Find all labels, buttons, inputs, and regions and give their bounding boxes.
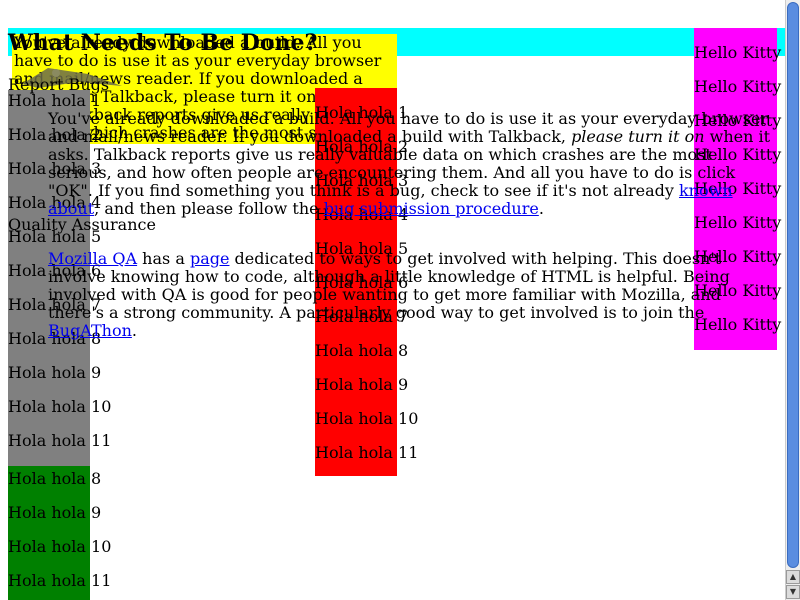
green-hola-item: Hola hola 8 (8, 469, 102, 488)
green-hola-column: Hola hola 8 Hola hola 9 Hola hola 10 Hol… (8, 466, 111, 600)
page: Hello Kitty 1 Hello Kitty 2 Hello Kitty … (0, 0, 800, 600)
red-hola-item: Hola hola 10 (315, 409, 419, 428)
arrow-down-icon[interactable]: ▼ (786, 585, 800, 599)
main-paragraph: You've already downloaded a build. All y… (48, 110, 778, 218)
mozilla-qa-link[interactable]: Mozilla QA (48, 249, 137, 268)
gray-hola-item: Hola hola 11 (8, 431, 112, 450)
vertical-scrollbar[interactable]: ▲ ▼ (785, 0, 800, 600)
bug-submission-link[interactable]: bug submission procedure (324, 199, 539, 218)
bugathon-link[interactable]: BugAThon (48, 321, 132, 340)
green-hola-item: Hola hola 10 (8, 537, 112, 556)
quality-assurance-heading: Quality Assurance (8, 215, 156, 234)
hello-kitty-item: Hello Kitty 1 (694, 43, 797, 62)
red-hola-item: Hola hola 8 (315, 341, 409, 360)
main-paragraph-text: . (538, 199, 544, 218)
green-hola-item: Hola hola 11 (8, 571, 112, 590)
qa-paragraph-text: . (131, 321, 137, 340)
qa-paragraph-text: has a (137, 249, 190, 268)
report-bugs-heading: Report Bugs (8, 75, 110, 94)
red-hola-item: Hola hola 11 (315, 443, 419, 462)
red-hola-item: Hola hola 9 (315, 375, 409, 394)
arrow-up-icon[interactable]: ▲ (786, 570, 800, 584)
gray-hola-item: Hola hola 10 (8, 397, 112, 416)
gray-hola-item: Hola hola 1 (8, 91, 102, 110)
page-title: What Needs To Be Done? (8, 30, 318, 56)
gray-hola-item: Hola hola 9 (8, 363, 102, 382)
qa-paragraph: Mozilla QA has a page dedicated to ways … (48, 250, 778, 340)
qa-page-link[interactable]: page (190, 249, 230, 268)
green-hola-item: Hola hola 9 (8, 503, 102, 522)
scroll-thumb[interactable] (787, 2, 799, 568)
main-paragraph-emphasis: please turn it on (571, 127, 705, 146)
hello-kitty-item: Hello Kitty 2 (694, 77, 797, 96)
